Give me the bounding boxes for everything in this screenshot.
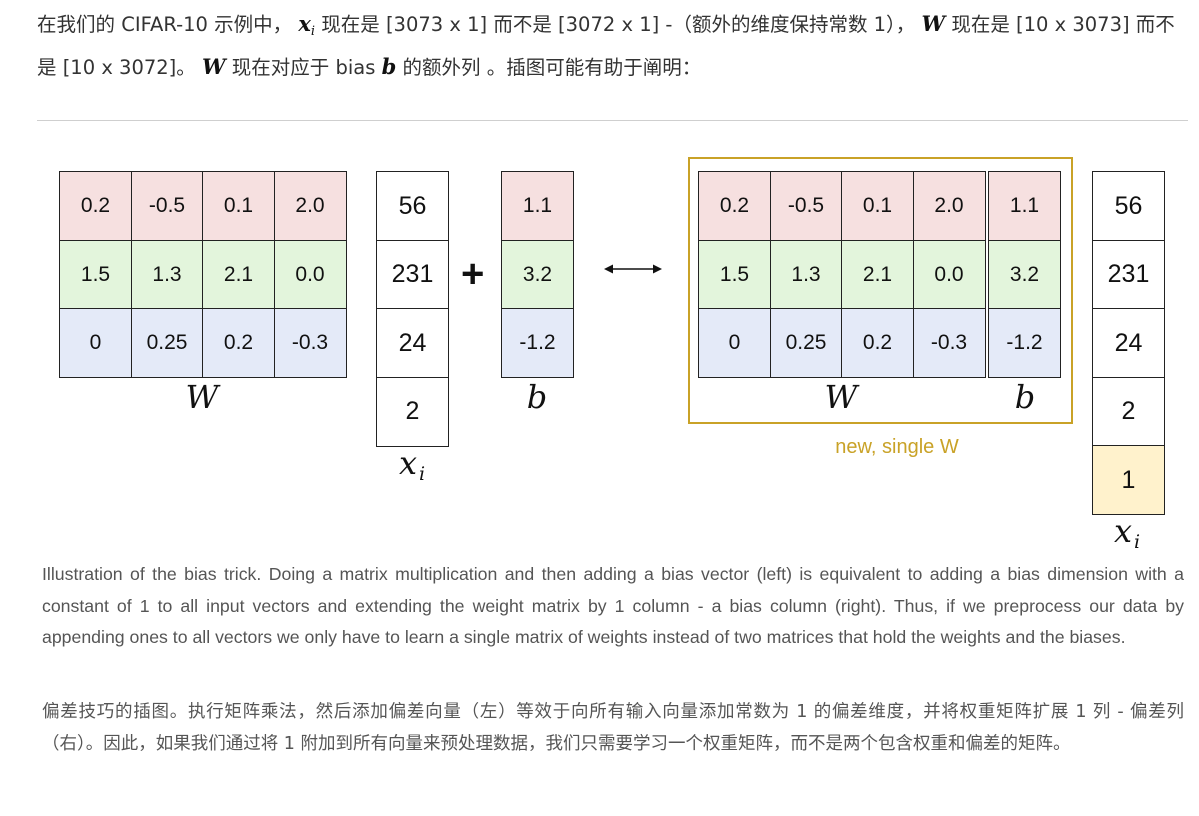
math-i: i	[310, 24, 316, 39]
intro-paragraph: 在我们的 CIFAR-10 示例中， xi 现在是 [3073 x 1] 而不是…	[37, 6, 1192, 85]
math-x: x	[298, 11, 311, 36]
W-cell: 2.1	[841, 239, 914, 310]
double-arrow-icon	[604, 264, 662, 274]
b-cell: 3.2	[501, 239, 574, 310]
left-x-label: xi	[399, 444, 425, 485]
W-cell: 0.2	[698, 171, 771, 241]
W-cell: 0	[698, 308, 771, 378]
right-x-label: xi	[1114, 512, 1140, 553]
b-cell: 1.1	[988, 171, 1061, 241]
bias-trick-figure: W xi + b W b new, single W xi 0.2 -0.5 0.1…	[0, 140, 1199, 560]
left-W-label: W	[185, 378, 219, 416]
W-cell: 0.2	[202, 308, 275, 378]
W-cell: 2.0	[273, 171, 347, 241]
W-cell: 1.3	[130, 239, 204, 310]
caption-chinese: 偏差技巧的插图。执行矩阵乘法，然后添加偏差向量（左）等效于向所有输入向量添加常数…	[42, 702, 1184, 754]
horizontal-divider	[37, 120, 1188, 121]
W-cell: 0.2	[59, 171, 132, 241]
W-cell: -0.3	[273, 308, 347, 378]
math-W: W	[921, 11, 946, 36]
x-cell: 231	[376, 239, 449, 310]
W-cell: -0.5	[130, 171, 204, 241]
math-x-i: xi	[298, 11, 316, 39]
W-cell: -0.5	[769, 171, 843, 241]
b-cell: 1.1	[501, 171, 574, 241]
W-cell: 0.25	[769, 308, 843, 378]
W-cell: 0.2	[841, 308, 914, 378]
W-cell: 1.5	[59, 239, 132, 310]
caption-english: Illustration of the bias trick. Doing a …	[42, 564, 1184, 647]
b-cell: 3.2	[988, 239, 1061, 310]
intro-text-5: 的额外列 。插图可能有助于阐明：	[402, 56, 702, 79]
W-cell: 1.5	[698, 239, 771, 310]
x-cell: 231	[1092, 239, 1165, 310]
x-cell: 2	[376, 376, 449, 447]
b-cell: -1.2	[501, 308, 574, 378]
W-cell: -0.3	[912, 308, 986, 378]
W-cell: 1.3	[769, 239, 843, 310]
intro-text-1: 在我们的 CIFAR-10 示例中，	[37, 13, 293, 36]
W-cell: 2.1	[202, 239, 275, 310]
x-cell: 24	[376, 308, 449, 378]
right-b-label: b	[1014, 378, 1036, 416]
math-W: W	[202, 54, 226, 79]
intro-text-4: 现在对应于 bias	[231, 56, 382, 79]
math-b: b	[381, 54, 397, 79]
left-b-label: b	[526, 378, 548, 416]
W-cell: 0.1	[841, 171, 914, 241]
x-subscript: i	[1133, 531, 1141, 553]
W-cell: 0.0	[273, 239, 347, 310]
new-single-W-label: new, single W	[835, 436, 959, 458]
x-cell: 2	[1092, 376, 1165, 447]
W-cell: 0	[59, 308, 132, 378]
W-cell: 2.0	[912, 171, 986, 241]
x-cell: 56	[1092, 171, 1165, 241]
x-cell: 24	[1092, 308, 1165, 378]
intro-text-2: 现在是 [3073 x 1] 而不是 [3072 x 1] -（额外的维度保持常…	[321, 13, 916, 36]
W-cell: 0.25	[130, 308, 204, 378]
x-symbol: x	[1113, 512, 1132, 550]
x-symbol: x	[398, 444, 417, 482]
right-W-label: W	[824, 378, 858, 416]
b-cell: -1.2	[988, 308, 1061, 378]
x-bias-cell: 1	[1092, 445, 1165, 515]
plus-sign: +	[461, 252, 485, 296]
x-cell: 56	[376, 171, 449, 241]
x-subscript: i	[418, 463, 426, 485]
W-cell: 0.1	[202, 171, 275, 241]
W-cell: 0.0	[912, 239, 986, 310]
